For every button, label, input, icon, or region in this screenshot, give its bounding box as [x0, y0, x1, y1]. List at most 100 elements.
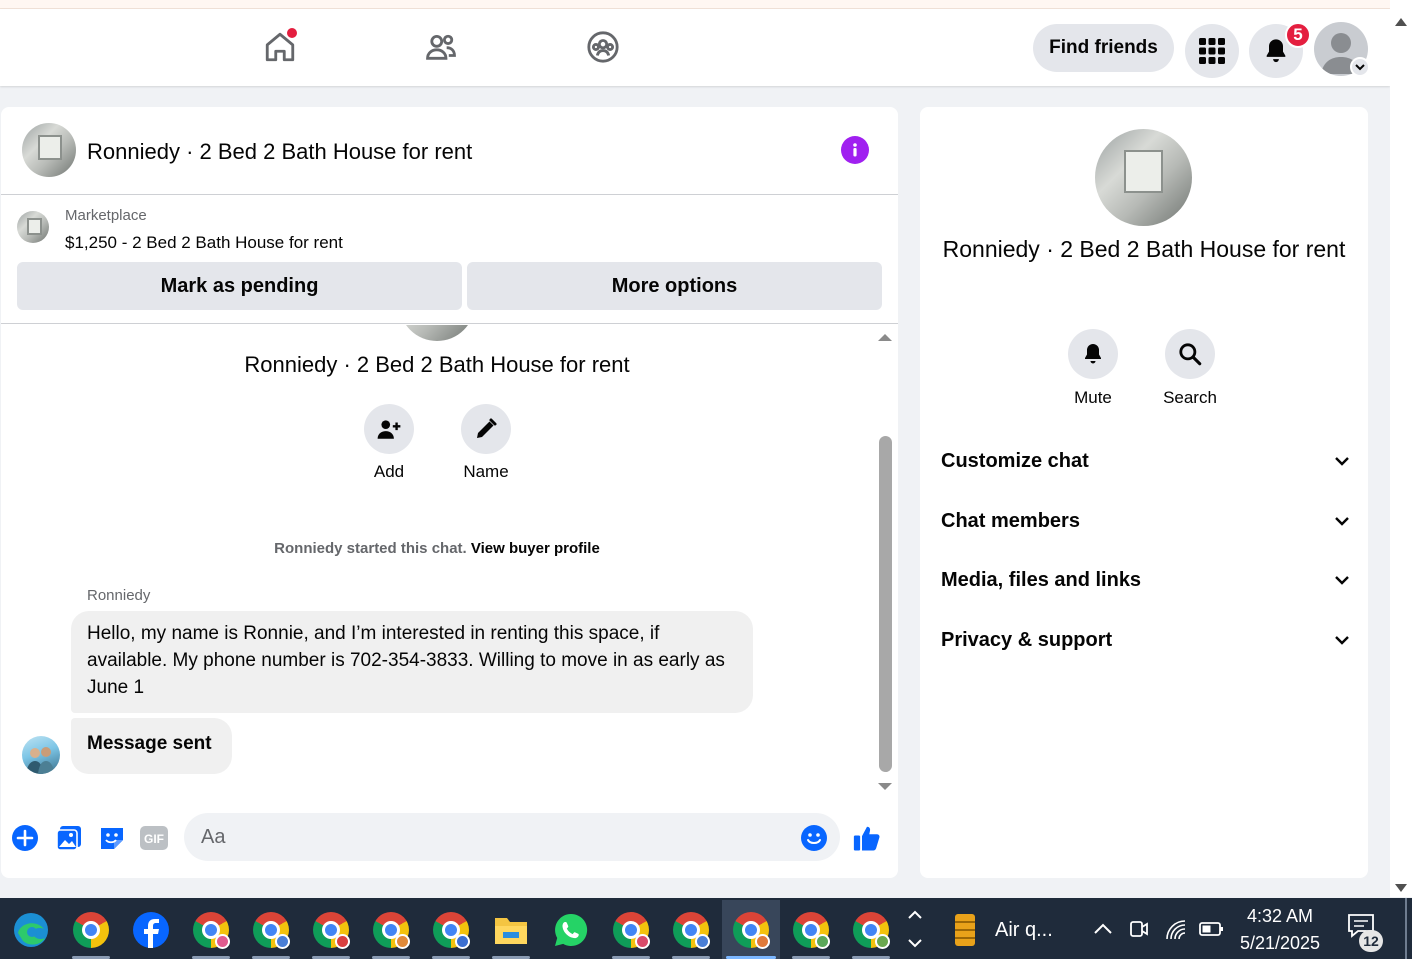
add-action[interactable]: Add: [359, 404, 419, 482]
show-desktop-strip[interactable]: [1405, 898, 1407, 959]
top-navigation-bar: Find friends 5: [0, 9, 1390, 86]
weather-widget[interactable]: Air q...: [945, 906, 1065, 952]
grid-icon: [1199, 38, 1225, 64]
groups-icon[interactable]: [583, 27, 623, 67]
section-label: Chat members: [941, 509, 1080, 532]
chrome-profile-icon-active[interactable]: [722, 900, 780, 959]
sticker-icon[interactable]: [97, 823, 127, 853]
section-label: Customize chat: [941, 449, 1089, 472]
chat-info-panel: Ronniedy · 2 Bed 2 Bath House for rent M…: [920, 107, 1368, 878]
notification-center-count: 12: [1359, 930, 1383, 952]
marketplace-label: Marketplace: [65, 207, 147, 224]
chevron-down-icon: [1335, 517, 1349, 526]
section-label: Media, files and links: [941, 568, 1142, 591]
svg-text:GIF: GIF: [144, 832, 164, 846]
chat-info-photo[interactable]: [1095, 129, 1192, 226]
chat-thumbnail[interactable]: [22, 123, 76, 177]
account-chevron-down-icon[interactable]: [1350, 57, 1370, 77]
mute-action[interactable]: Mute: [1053, 329, 1133, 408]
chrome-profile-icon[interactable]: [422, 900, 480, 959]
view-buyer-profile-link[interactable]: View buyer profile: [471, 540, 600, 557]
message-sent-bubble[interactable]: Message sent: [71, 718, 232, 774]
search-label: Search: [1163, 388, 1217, 407]
section-media-files-links[interactable]: Media, files and links: [941, 560, 1351, 600]
find-friends-button[interactable]: Find friends: [1033, 24, 1174, 72]
sender-avatar[interactable]: [22, 736, 60, 774]
section-privacy-support[interactable]: Privacy & support: [941, 620, 1351, 660]
weather-icon: [955, 914, 975, 946]
windows-taskbar: Air q... 4:32 AM 5/21/2025 12: [0, 898, 1412, 959]
chat-scroll-down-icon[interactable]: [874, 779, 896, 795]
chat-info-name: Ronniedy · 2 Bed 2 Bath House for rent: [942, 236, 1346, 262]
chevron-up-icon[interactable]: [1091, 917, 1115, 941]
home-notification-dot: [287, 28, 297, 38]
clock-time[interactable]: 4:32 AM: [1230, 906, 1330, 927]
search-icon: [1179, 343, 1202, 366]
chat-scroll-up-icon[interactable]: [874, 329, 896, 345]
pencil-icon: [477, 418, 497, 438]
chrome-profile-icon[interactable]: [662, 900, 720, 959]
chrome-profile-icon[interactable]: [362, 900, 420, 959]
chat-scroll-thumb[interactable]: [879, 436, 892, 772]
edge-icon[interactable]: [2, 900, 60, 959]
facebook-icon[interactable]: [122, 900, 180, 959]
chat-header: Ronniedy · 2 Bed 2 Bath House for rent: [1, 107, 898, 195]
chevron-down-icon: [1335, 457, 1349, 466]
wifi-icon[interactable]: [1164, 918, 1188, 942]
taskbar-overflow-arrows[interactable]: [904, 904, 926, 954]
chat-title[interactable]: Ronniedy · 2 Bed 2 Bath House for rent: [87, 139, 472, 165]
notification-badge: 5: [1285, 22, 1311, 48]
plus-icon[interactable]: [10, 823, 40, 853]
chat-scrollbar[interactable]: [874, 329, 896, 797]
listing-title[interactable]: $1,250 - 2 Bed 2 Bath House for rent: [65, 233, 343, 253]
chrome-profile-icon[interactable]: [242, 900, 300, 959]
section-label: Privacy & support: [941, 628, 1113, 651]
chat-started-notice: Ronniedy started this chat. View buyer p…: [1, 540, 873, 557]
message-composer: GIF: [1, 807, 898, 869]
battery-icon[interactable]: [1198, 917, 1226, 941]
bell-icon: [1085, 344, 1101, 364]
search-action[interactable]: Search: [1150, 329, 1230, 408]
gif-icon[interactable]: GIF: [139, 823, 169, 853]
name-label: Name: [463, 462, 509, 481]
photo-icon[interactable]: [54, 823, 84, 853]
sender-name: Ronniedy: [87, 587, 151, 604]
whatsapp-icon[interactable]: [542, 900, 600, 959]
scroll-up-arrow-icon[interactable]: [1390, 10, 1412, 32]
friends-icon[interactable]: [421, 27, 461, 67]
chrome-profile-icon[interactable]: [782, 900, 840, 959]
clock-date[interactable]: 5/21/2025: [1230, 933, 1330, 954]
listing-thumbnail[interactable]: [17, 211, 49, 243]
chevron-down-icon: [1335, 636, 1349, 645]
chat-started-text: Ronniedy started this chat.: [274, 540, 467, 557]
chevron-down-icon: [1335, 576, 1349, 585]
mark-as-pending-button[interactable]: Mark as pending: [17, 262, 462, 310]
meet-now-icon[interactable]: [1127, 917, 1151, 941]
home-icon[interactable]: [260, 27, 300, 67]
section-customize-chat[interactable]: Customize chat: [941, 441, 1351, 481]
info-icon[interactable]: [841, 136, 869, 164]
message-input[interactable]: [184, 813, 840, 861]
notification-center-button[interactable]: 12: [1346, 912, 1390, 952]
chrome-icon[interactable]: [62, 900, 120, 959]
section-chat-members[interactable]: Chat members: [941, 501, 1351, 541]
page-scrollbar[interactable]: [1390, 0, 1412, 897]
message-bubble[interactable]: Hello, my name is Ronnie, and I’m intere…: [71, 611, 753, 713]
marketplace-listing-block: Marketplace $1,250 - 2 Bed 2 Bath House …: [1, 196, 898, 324]
chrome-profile-icon[interactable]: [302, 900, 360, 959]
weather-label: Air q...: [995, 919, 1053, 941]
chat-panel: Ronniedy · 2 Bed 2 Bath House for rent M…: [1, 107, 898, 878]
like-icon[interactable]: [852, 823, 882, 853]
more-options-button[interactable]: More options: [467, 262, 882, 310]
chrome-profile-icon[interactable]: [842, 900, 900, 959]
emoji-icon[interactable]: [799, 823, 829, 853]
chrome-profile-icon[interactable]: [182, 900, 240, 959]
scroll-down-arrow-icon[interactable]: [1390, 876, 1412, 898]
menu-grid-button[interactable]: [1185, 24, 1239, 78]
add-person-icon: [377, 420, 401, 439]
name-action[interactable]: Name: [456, 404, 516, 482]
group-name: Ronniedy · 2 Bed 2 Bath House for rent: [244, 352, 630, 377]
file-explorer-icon[interactable]: [482, 900, 540, 959]
chrome-profile-icon[interactable]: [602, 900, 660, 959]
group-photo: [399, 325, 475, 341]
